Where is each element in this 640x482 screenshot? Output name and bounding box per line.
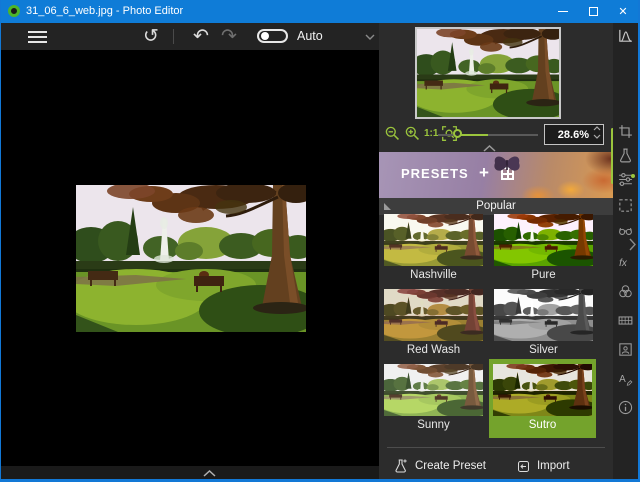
import-icon [516, 459, 531, 474]
preset-thumbnail [494, 289, 593, 341]
presets-title: PRESETS [401, 166, 469, 181]
maximize-button[interactable] [578, 0, 608, 23]
modified-indicator-dot [631, 174, 635, 178]
sidebar-item-effects-fx[interactable]: fx [617, 254, 634, 271]
spin-down-icon[interactable] [593, 134, 601, 139]
titlebar[interactable]: 31_06_6_web.jpg - Photo Editor ✕ [1, 0, 638, 23]
auto-correction-toggle[interactable] [257, 29, 288, 43]
photo-canvas-image[interactable] [76, 185, 306, 332]
reset-icon: ↺ [143, 26, 159, 47]
right-panel: 1:1 PRESETS + [379, 23, 613, 479]
reset-button[interactable]: ↺ [143, 23, 159, 50]
zoom-slider-fill [459, 134, 488, 136]
minimize-icon [558, 11, 568, 12]
preset-red-wash[interactable]: Red Wash [384, 289, 483, 356]
svg-text:A: A [619, 374, 626, 385]
zoom-in-icon[interactable] [404, 125, 421, 142]
sidebar-item-texture[interactable] [617, 312, 634, 329]
preset-sunny[interactable]: Sunny [384, 364, 483, 431]
zoom-value-input[interactable] [545, 125, 589, 144]
preview-image [417, 29, 559, 117]
redo-button[interactable]: ↷ [221, 23, 237, 50]
panel-expand-icon[interactable] [629, 238, 637, 251]
sidebar-item-info[interactable] [617, 399, 634, 416]
panel-collapse-icon[interactable] [483, 145, 496, 152]
maximize-icon [589, 7, 598, 16]
actual-size-icon[interactable]: 1:1 [424, 128, 438, 139]
spin-up-icon[interactable] [593, 126, 601, 131]
menu-button[interactable] [28, 31, 47, 43]
redo-icon: ↷ [221, 26, 237, 47]
preset-label: Silver [494, 344, 593, 356]
presets-header[interactable]: PRESETS + [379, 152, 613, 198]
preset-thumbnail [384, 289, 483, 341]
butterfly-icon [491, 154, 523, 180]
preset-pure[interactable]: Pure [494, 214, 593, 281]
preset-label: Red Wash [384, 344, 483, 356]
sidebar-item-enhance-flask[interactable] [617, 147, 634, 164]
preset-silver[interactable]: Silver [494, 289, 593, 356]
svg-text:fx: fx [619, 258, 628, 269]
zoom-value-spinner [544, 124, 604, 145]
toolbar: ↺ ↶ ↷ Auto correction [1, 23, 379, 50]
create-preset-flask-icon [393, 458, 409, 474]
close-icon: ✕ [618, 5, 627, 18]
preset-label: Pure [494, 269, 593, 281]
zoom-out-icon[interactable] [384, 125, 401, 142]
sidebar-item-frame-portrait[interactable] [617, 341, 634, 358]
popular-label: Popular [379, 198, 613, 215]
undo-button[interactable]: ↶ [193, 23, 209, 50]
zoom-controls: 1:1 [379, 122, 613, 148]
tool-sidebar: fx A [613, 23, 638, 479]
preset-label: Sutro [493, 419, 592, 431]
create-preset-label: Create Preset [415, 460, 486, 472]
photo-editor-window: 31_06_6_web.jpg - Photo Editor ✕ ↺ ↶ ↷ A… [0, 0, 640, 482]
chevron-up-icon[interactable] [203, 470, 216, 477]
window-title: 31_06_6_web.jpg - Photo Editor [26, 0, 183, 23]
canvas-bottom-bar [1, 466, 379, 479]
toggle-knob [261, 32, 269, 40]
zoom-slider-knob[interactable] [453, 129, 462, 138]
close-button[interactable]: ✕ [608, 0, 638, 23]
preset-thumbnail [384, 364, 483, 416]
create-preset-button[interactable]: Create Preset [393, 458, 486, 474]
preset-thumbnail [493, 364, 592, 416]
sidebar-item-selection[interactable] [617, 197, 634, 214]
import-label: Import [537, 460, 570, 472]
preset-sutro-selected[interactable]: Sutro [489, 359, 596, 438]
preset-thumbnail [384, 214, 483, 266]
sidebar-item-text-tool[interactable]: A [617, 370, 634, 387]
navigator-preview[interactable] [415, 27, 561, 119]
preset-label: Nashville [384, 269, 483, 281]
minimize-button[interactable] [548, 0, 578, 23]
chevron-down-icon[interactable] [365, 34, 375, 40]
app-icon [8, 5, 20, 17]
popular-group-header[interactable]: Popular [379, 198, 613, 215]
preset-thumbnail [494, 214, 593, 266]
preset-label: Sunny [384, 419, 483, 431]
add-preset-icon[interactable]: + [479, 163, 489, 183]
toolbar-divider [173, 29, 174, 44]
import-button[interactable]: Import [516, 459, 570, 474]
sidebar-item-crop[interactable] [617, 123, 634, 140]
footer-divider [387, 447, 605, 448]
undo-icon: ↶ [193, 26, 209, 47]
sidebar-item-histogram[interactable] [617, 27, 634, 44]
preset-nashville[interactable]: Nashville [384, 214, 483, 281]
canvas [1, 50, 379, 466]
collapse-triangle-icon [384, 203, 391, 210]
sidebar-item-retouch-glasses[interactable] [617, 222, 634, 239]
sidebar-item-color-channels[interactable] [617, 283, 634, 300]
